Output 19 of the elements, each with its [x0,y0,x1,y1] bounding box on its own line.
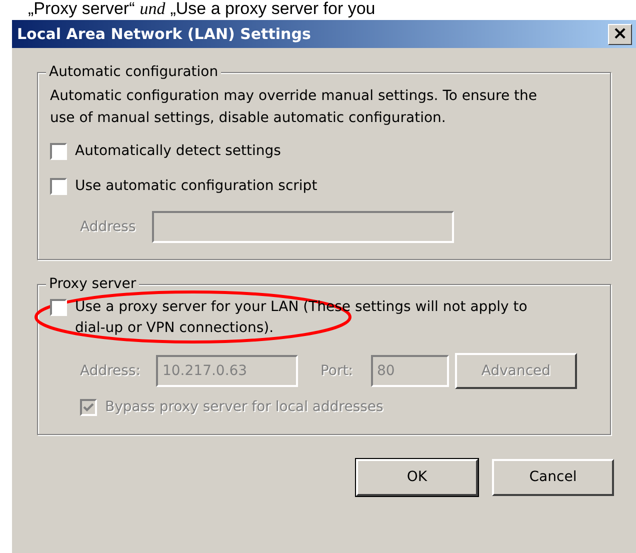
checkbox[interactable] [50,143,67,160]
caption-text: und [140,0,166,18]
description-text: Automatic configuration may override manual settings. To ensure the use of manual settings, disable automatic configuration. [50,87,538,128]
checkbox-label: Bypass proxy server for local addresses [105,398,384,417]
checkbox[interactable] [50,178,67,195]
checkmark-icon [83,402,94,413]
window-title: Local Area Network (LAN) Settings [17,24,311,45]
field-label: Port: [320,362,353,380]
checkbox-label: Automatically detect settings [75,142,281,161]
ok-button[interactable]: OK [356,459,478,496]
caption-text: „Use a proxy server for you [170,0,376,18]
close-button[interactable]: × [608,24,632,44]
caption-text: „Proxy server“ [28,0,135,18]
field-label: Address [80,218,136,236]
cancel-button[interactable]: Cancel [492,459,614,496]
checkbox[interactable] [50,299,67,316]
field-label: Address: [80,362,140,380]
checkbox-label: Use automatic configuration script [75,177,318,196]
group-title: Automatic configuration [46,62,222,82]
